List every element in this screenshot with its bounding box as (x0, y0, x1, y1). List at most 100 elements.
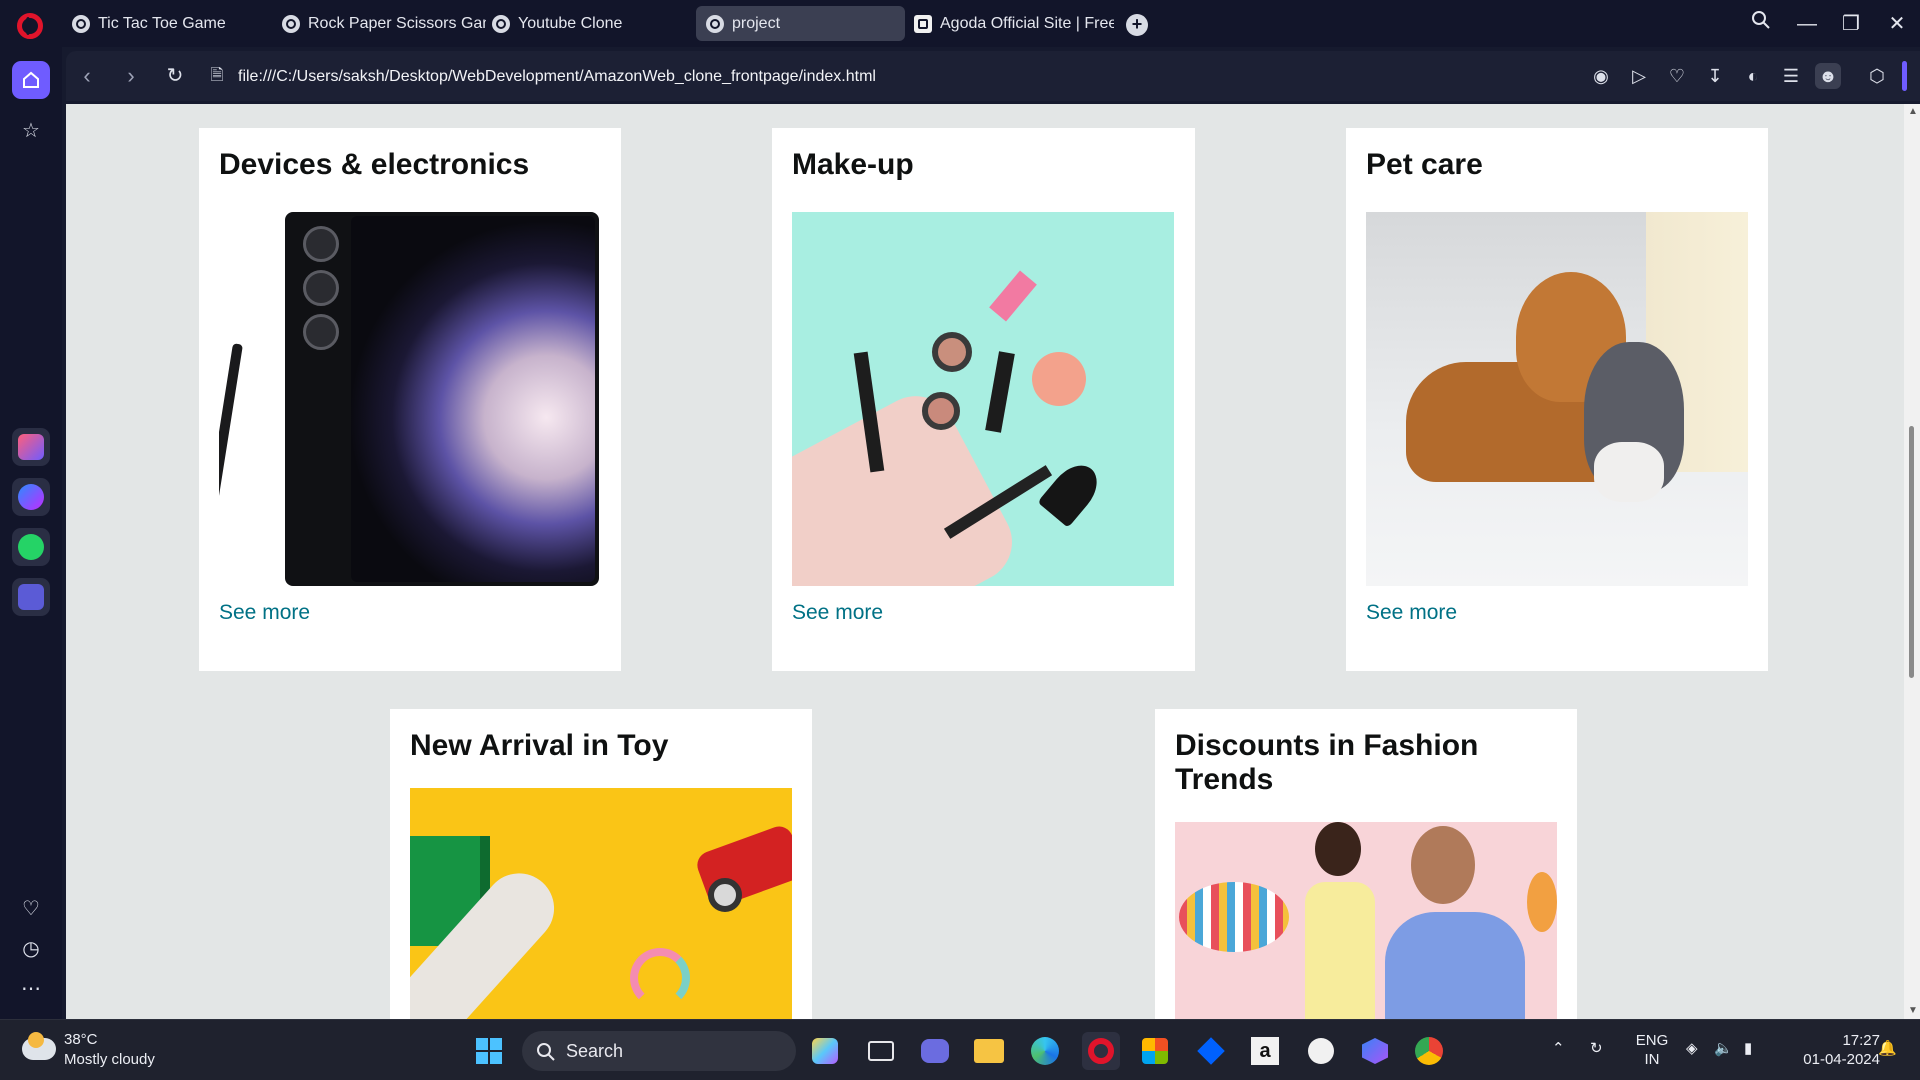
card-title: Pet care (1366, 148, 1483, 181)
search-label: Search (566, 1041, 624, 1061)
tab-title: Tic Tac Toe Game (98, 14, 226, 32)
weather-sun-icon (28, 1032, 44, 1048)
more-icon[interactable]: ⋯ (12, 969, 50, 1007)
address-bar-input[interactable] (238, 64, 1138, 90)
agoda-favicon-icon (914, 14, 932, 33)
clock-time[interactable]: 17:27 (1780, 1032, 1880, 1050)
makeup-image[interactable] (792, 212, 1174, 586)
browser-window: Tic Tac Toe Game Rock Paper Scissors Gam… (0, 0, 1920, 1080)
phone-image[interactable] (219, 212, 601, 586)
opera-taskbar-icon[interactable] (1082, 1032, 1120, 1070)
amazon-icon[interactable]: a (1246, 1032, 1284, 1070)
close-icon[interactable]: ✕ (1882, 10, 1912, 38)
whatsapp-icon[interactable] (12, 528, 50, 566)
teams-icon[interactable] (916, 1032, 954, 1070)
heart-icon[interactable]: ♡ (1664, 63, 1690, 89)
card-title: Discounts in Fashion Trends (1175, 729, 1479, 796)
category-card-fashion: Discounts in Fashion Trends (1155, 709, 1577, 1019)
sidebar: ☆ ♡ ◷ ⋯ (0, 47, 62, 1019)
notification-bell-icon[interactable]: 🔔 (1878, 1040, 1897, 1058)
page-scrollbar[interactable]: ▲ ▼ (1904, 104, 1920, 1019)
back-icon[interactable]: ‹ (72, 61, 102, 91)
category-card-toys: New Arrival in Toy (390, 709, 812, 1019)
wifi-icon[interactable]: ◈ (1686, 1040, 1698, 1058)
github-icon[interactable] (1302, 1032, 1340, 1070)
scroll-down-icon[interactable]: ▼ (1908, 1005, 1918, 1016)
star-icon[interactable]: ☆ (12, 111, 50, 149)
category-card-electronics: Devices & electronics See more (199, 128, 621, 671)
scroll-thumb[interactable] (1909, 426, 1914, 678)
toys-image[interactable] (410, 788, 792, 1019)
aria-app-icon[interactable] (12, 428, 50, 466)
search-tabs-icon[interactable] (1746, 10, 1776, 38)
address-toolbar: ‹ › ↻ 🗎 ◉ ▷ ♡ ↧ ◐ ☰ ☻ ⬡ (66, 51, 1920, 101)
windows-taskbar: 38°C Mostly cloudy Search a ⌃ ↻ ENG IN ◈… (0, 1019, 1920, 1080)
tab-agoda[interactable]: Agoda Official Site | Free C (904, 6, 1114, 41)
restore-icon[interactable]: ❐ (1836, 10, 1866, 38)
card-title: Make-up (792, 148, 914, 181)
sync-icon[interactable]: ↻ (1590, 1040, 1603, 1058)
language-line2[interactable]: IN (1632, 1051, 1672, 1069)
play-icon[interactable]: ▷ (1626, 63, 1652, 89)
see-more-link[interactable]: See more (219, 601, 310, 625)
tab-title: project (732, 14, 781, 32)
volume-icon[interactable]: 🔈 (1714, 1040, 1733, 1058)
tab-tic-tac-toe[interactable]: Tic Tac Toe Game (62, 6, 267, 41)
dropbox-icon[interactable] (1192, 1032, 1230, 1070)
taskbar-search[interactable]: Search (522, 1031, 796, 1071)
history-icon[interactable]: ◷ (12, 929, 50, 967)
camera-icon[interactable]: ◉ (1588, 63, 1614, 89)
see-more-link[interactable]: See more (792, 601, 883, 625)
language-line1[interactable]: ENG (1632, 1032, 1672, 1050)
tab-project[interactable]: project (696, 6, 905, 41)
file-icon: 🗎 (210, 67, 224, 84)
category-card-pet-care: Pet care See more (1346, 128, 1768, 671)
messenger-icon[interactable] (12, 478, 50, 516)
sidebar-accent-bar (1902, 61, 1907, 91)
minimize-icon[interactable]: — (1792, 10, 1822, 38)
chevron-up-icon[interactable]: ⌃ (1552, 1040, 1565, 1058)
search-icon (536, 1042, 556, 1067)
app-icon[interactable] (1356, 1032, 1394, 1070)
tab-title: Rock Paper Scissors Game (308, 14, 486, 32)
heart-icon[interactable]: ♡ (12, 889, 50, 927)
scroll-up-icon[interactable]: ▲ (1908, 106, 1918, 117)
pets-image[interactable] (1366, 212, 1748, 586)
music-player-icon[interactable] (12, 578, 50, 616)
category-card-makeup: Make-up See more (772, 128, 1195, 671)
globe-icon (706, 14, 724, 33)
card-title: Devices & electronics (219, 148, 530, 181)
fashion-image[interactable] (1175, 822, 1557, 1019)
card-title: New Arrival in Toy (410, 729, 669, 762)
globe-icon (282, 14, 300, 33)
weather-temp: 38°C (64, 1031, 98, 1048)
opera-logo-icon[interactable] (17, 13, 43, 39)
profile-icon[interactable]: ☻ (1815, 63, 1841, 89)
see-more-link[interactable]: See more (1366, 601, 1457, 625)
home-icon[interactable] (12, 61, 50, 99)
chrome-icon[interactable] (1410, 1032, 1448, 1070)
extensions-cube-icon[interactable]: ⬡ (1864, 63, 1890, 89)
tab-youtube-clone[interactable]: Youtube Clone (482, 6, 682, 41)
windows-start-icon[interactable] (470, 1032, 508, 1070)
microsoft-store-icon[interactable] (1136, 1032, 1174, 1070)
reload-icon[interactable]: ↻ (160, 61, 190, 91)
tab-title: Agoda Official Site | Free C (940, 14, 1114, 32)
easy-setup-icon[interactable]: ☰ (1778, 63, 1804, 89)
page-viewport: Devices & electronics See more Make-up S… (66, 104, 1904, 1019)
tab-rock-paper-scissors[interactable]: Rock Paper Scissors Game (272, 6, 486, 41)
tab-title: Youtube Clone (518, 14, 623, 32)
clock-date[interactable]: 01-04-2024 (1780, 1051, 1880, 1069)
file-explorer-icon[interactable] (970, 1032, 1008, 1070)
battery-saver-icon[interactable]: ◐ (1740, 63, 1766, 89)
edge-icon[interactable] (1026, 1032, 1064, 1070)
forward-icon[interactable]: › (116, 61, 146, 91)
new-tab-button[interactable]: + (1126, 14, 1148, 36)
copilot-icon[interactable] (806, 1032, 844, 1070)
globe-icon (72, 14, 90, 33)
download-icon[interactable]: ↧ (1702, 63, 1728, 89)
task-view-icon[interactable] (862, 1032, 900, 1070)
globe-icon (492, 14, 510, 33)
battery-icon[interactable]: ▮ (1744, 1040, 1752, 1058)
tab-bar: Tic Tac Toe Game Rock Paper Scissors Gam… (0, 0, 1920, 47)
